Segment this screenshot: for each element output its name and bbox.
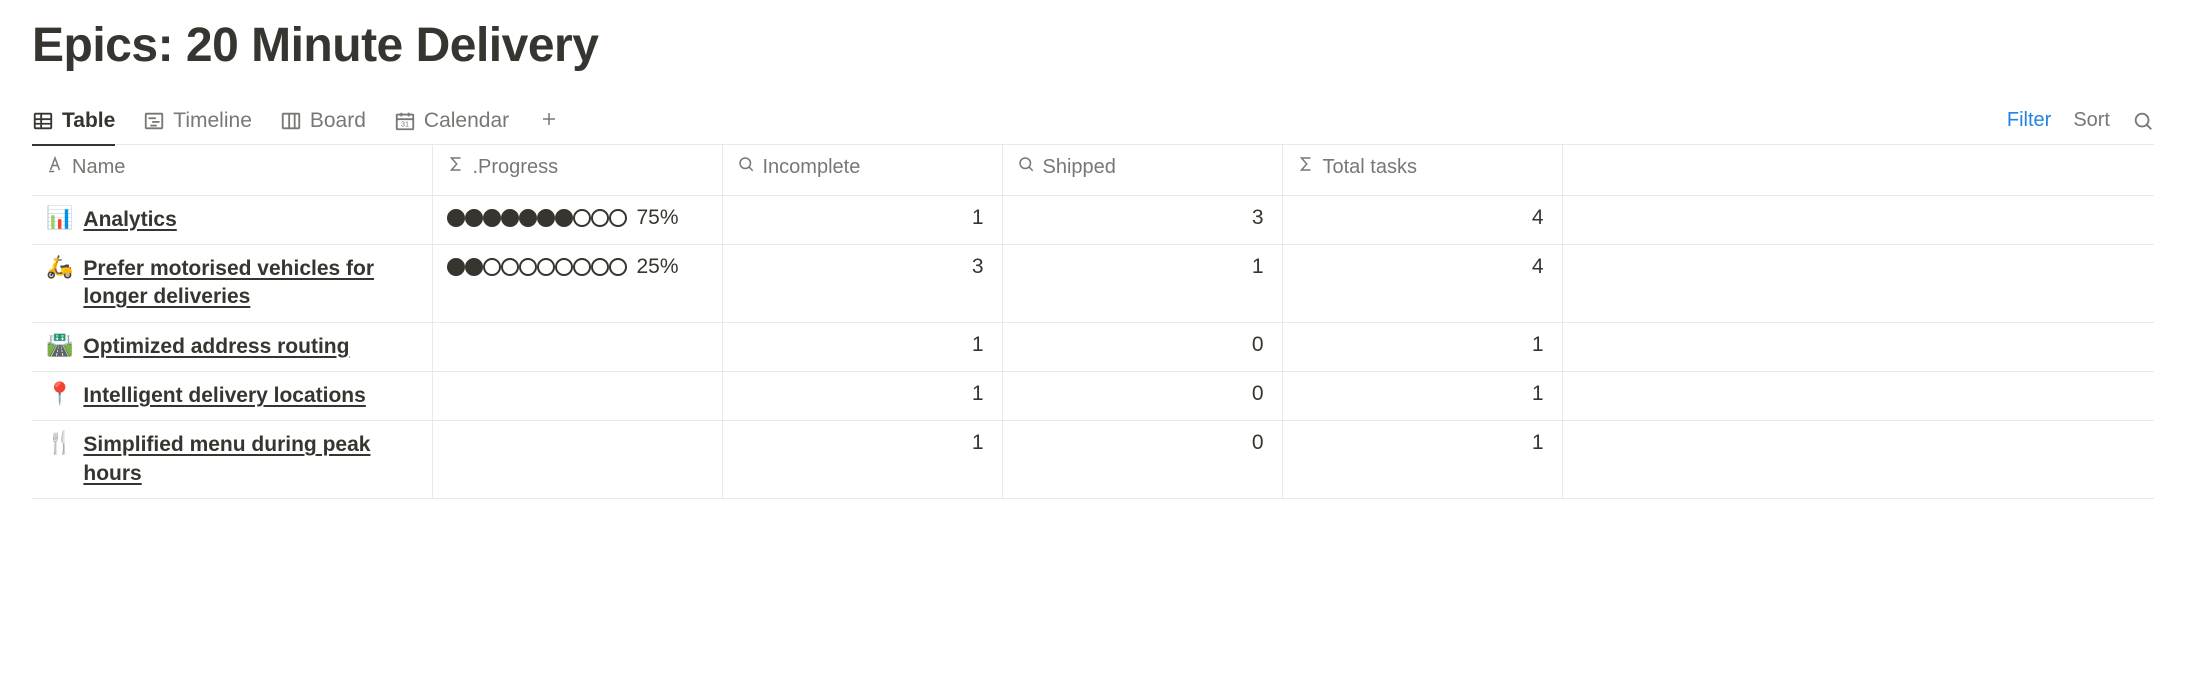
- cell-shipped: 3: [1002, 195, 1282, 244]
- cell-progress: [432, 322, 722, 371]
- table-row[interactable]: 📊 Analytics 75% 134: [32, 195, 2154, 244]
- cell-incomplete: 1: [722, 322, 1002, 371]
- views-list: Table Timeline: [32, 97, 2007, 145]
- cell-total: 4: [1282, 195, 1562, 244]
- sort-button[interactable]: Sort: [2073, 109, 2110, 132]
- row-emoji-icon: 🛵: [46, 255, 73, 279]
- cell-shipped: 0: [1002, 322, 1282, 371]
- cell-progress: 75%: [432, 195, 722, 244]
- cell-shipped: 1: [1002, 244, 1282, 322]
- views-bar: Table Timeline: [32, 97, 2154, 145]
- cell-incomplete: 3: [722, 244, 1002, 322]
- col-header-progress[interactable]: .Progress: [432, 145, 722, 195]
- cell-incomplete: 1: [722, 195, 1002, 244]
- search-icon: [2132, 110, 2154, 132]
- col-label: Shipped: [1043, 156, 1116, 179]
- cell-spacer: [1562, 195, 2154, 244]
- cell-name[interactable]: 🛣️ Optimized address routing: [32, 322, 432, 371]
- progress-dots: [447, 258, 627, 276]
- cell-name[interactable]: 📍 Intelligent delivery locations: [32, 371, 432, 420]
- col-label: Incomplete: [763, 156, 861, 179]
- cell-shipped: 0: [1002, 421, 1282, 499]
- table-icon: [32, 110, 54, 132]
- cell-progress: [432, 421, 722, 499]
- table-header-row: Name .Progress: [32, 145, 2154, 195]
- timeline-icon: [143, 110, 165, 132]
- tab-label: Calendar: [424, 109, 509, 133]
- cell-spacer: [1562, 421, 2154, 499]
- sigma-icon: [447, 155, 465, 179]
- col-header-total[interactable]: Total tasks: [1282, 145, 1562, 195]
- progress-label: 25%: [637, 255, 679, 279]
- cell-spacer: [1562, 322, 2154, 371]
- col-label: Name: [72, 156, 125, 179]
- row-name: Optimized address routing: [83, 333, 349, 361]
- svg-text:31: 31: [401, 119, 409, 128]
- page-title: Epics: 20 Minute Delivery: [32, 18, 2154, 73]
- tab-label: Table: [62, 109, 115, 133]
- progress-label: 75%: [637, 206, 679, 230]
- row-name: Intelligent delivery locations: [83, 382, 365, 410]
- row-name: Simplified menu during peak hours: [83, 431, 417, 488]
- cell-shipped: 0: [1002, 371, 1282, 420]
- cell-spacer: [1562, 371, 2154, 420]
- cell-total: 4: [1282, 244, 1562, 322]
- cell-spacer: [1562, 244, 2154, 322]
- cell-name[interactable]: 🍴 Simplified menu during peak hours: [32, 421, 432, 499]
- col-header-shipped[interactable]: Shipped: [1002, 145, 1282, 195]
- row-emoji-icon: 📍: [46, 382, 73, 406]
- database-table: Name .Progress: [32, 145, 2154, 499]
- sigma-icon: [1297, 155, 1315, 179]
- search-button[interactable]: [2132, 110, 2154, 132]
- table-row[interactable]: 🍴 Simplified menu during peak hours 101: [32, 421, 2154, 499]
- view-actions: Filter Sort: [2007, 109, 2154, 132]
- row-emoji-icon: 🛣️: [46, 333, 73, 357]
- cell-incomplete: 1: [722, 371, 1002, 420]
- col-header-name[interactable]: Name: [32, 145, 432, 195]
- col-label: .Progress: [473, 156, 559, 179]
- search-icon: [737, 155, 755, 179]
- search-icon: [1017, 155, 1035, 179]
- board-icon: [280, 110, 302, 132]
- row-emoji-icon: 📊: [46, 206, 73, 230]
- col-label: Total tasks: [1323, 156, 1417, 179]
- filter-button[interactable]: Filter: [2007, 109, 2051, 132]
- col-header-incomplete[interactable]: Incomplete: [722, 145, 1002, 195]
- col-header-spacer: [1562, 145, 2154, 195]
- cell-progress: 25%: [432, 244, 722, 322]
- tab-calendar[interactable]: 31 Calendar: [394, 97, 509, 145]
- tab-label: Board: [310, 109, 366, 133]
- tab-board[interactable]: Board: [280, 97, 366, 145]
- cell-total: 1: [1282, 421, 1562, 499]
- table-row[interactable]: 🛵 Prefer motorised vehicles for longer de…: [32, 244, 2154, 322]
- add-view-button[interactable]: [537, 109, 561, 133]
- calendar-icon: 31: [394, 110, 416, 132]
- table-row[interactable]: 📍 Intelligent delivery locations 101: [32, 371, 2154, 420]
- plus-icon: [540, 108, 558, 134]
- row-emoji-icon: 🍴: [46, 431, 73, 455]
- cell-name[interactable]: 📊 Analytics: [32, 195, 432, 244]
- tab-table[interactable]: Table: [32, 97, 115, 145]
- cell-name[interactable]: 🛵 Prefer motorised vehicles for longer de…: [32, 244, 432, 322]
- cell-total: 1: [1282, 322, 1562, 371]
- row-name: Prefer motorised vehicles for longer del…: [83, 255, 417, 312]
- tab-label: Timeline: [173, 109, 252, 133]
- title-property-icon: [46, 155, 64, 179]
- tab-timeline[interactable]: Timeline: [143, 97, 252, 145]
- row-name: Analytics: [83, 206, 176, 234]
- cell-total: 1: [1282, 371, 1562, 420]
- progress-dots: [447, 209, 627, 227]
- cell-incomplete: 1: [722, 421, 1002, 499]
- cell-progress: [432, 371, 722, 420]
- table-row[interactable]: 🛣️ Optimized address routing 101: [32, 322, 2154, 371]
